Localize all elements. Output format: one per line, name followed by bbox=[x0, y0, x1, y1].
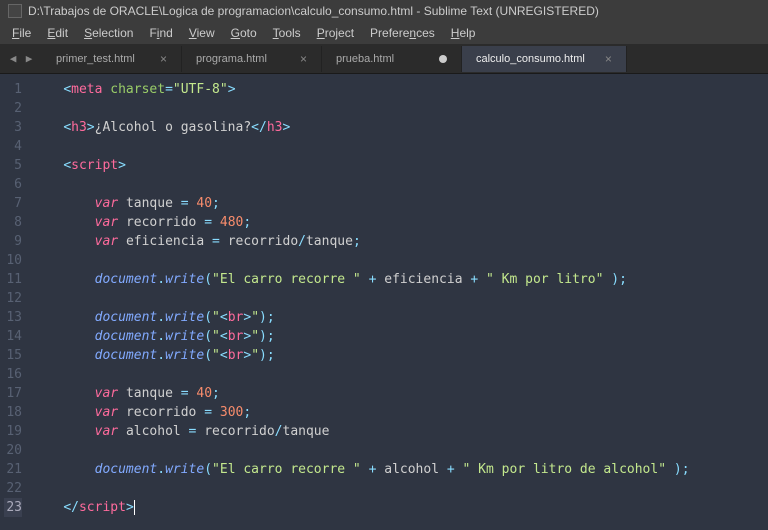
close-icon[interactable]: × bbox=[605, 52, 612, 66]
menu-help[interactable]: Help bbox=[443, 24, 484, 42]
menu-bar: File Edit Selection Find View Goto Tools… bbox=[0, 22, 768, 44]
tab-prueba[interactable]: prueba.html bbox=[322, 46, 462, 72]
menu-view[interactable]: View bbox=[181, 24, 223, 42]
close-icon[interactable]: × bbox=[160, 52, 167, 66]
tab-label: primer_test.html bbox=[56, 53, 135, 65]
window-title: D:\Trabajos de ORACLE\Logica de programa… bbox=[28, 4, 599, 18]
tab-label: programa.html bbox=[196, 53, 267, 65]
code-editor[interactable]: 1234567891011121314151617181920212223 <m… bbox=[0, 74, 768, 530]
dirty-indicator-icon bbox=[439, 55, 447, 63]
menu-selection[interactable]: Selection bbox=[76, 24, 141, 42]
nav-arrows: ◀ ▶ bbox=[0, 52, 42, 66]
app-icon bbox=[8, 4, 22, 18]
menu-tools[interactable]: Tools bbox=[265, 24, 309, 42]
menu-goto[interactable]: Goto bbox=[223, 24, 265, 42]
menu-preferences[interactable]: Preferences bbox=[362, 24, 443, 42]
window-titlebar: D:\Trabajos de ORACLE\Logica de programa… bbox=[0, 0, 768, 22]
tab-label: calculo_consumo.html bbox=[476, 53, 585, 65]
tab-primer-test[interactable]: primer_test.html × bbox=[42, 46, 182, 72]
tab-programa[interactable]: programa.html × bbox=[182, 46, 322, 72]
nav-forward-icon[interactable]: ▶ bbox=[22, 52, 36, 66]
menu-find[interactable]: Find bbox=[141, 24, 180, 42]
tab-label: prueba.html bbox=[336, 53, 394, 65]
menu-edit[interactable]: Edit bbox=[39, 24, 76, 42]
menu-file[interactable]: File bbox=[4, 24, 39, 42]
tab-calculo-consumo[interactable]: calculo_consumo.html × bbox=[462, 46, 627, 72]
nav-back-icon[interactable]: ◀ bbox=[6, 52, 20, 66]
tab-bar: ◀ ▶ primer_test.html × programa.html × p… bbox=[0, 44, 768, 74]
line-gutter: 1234567891011121314151617181920212223 bbox=[0, 74, 32, 530]
close-icon[interactable]: × bbox=[300, 52, 307, 66]
menu-project[interactable]: Project bbox=[309, 24, 362, 42]
code-area[interactable]: <meta charset="UTF-8"> <h3>¿Alcohol o ga… bbox=[32, 74, 690, 530]
